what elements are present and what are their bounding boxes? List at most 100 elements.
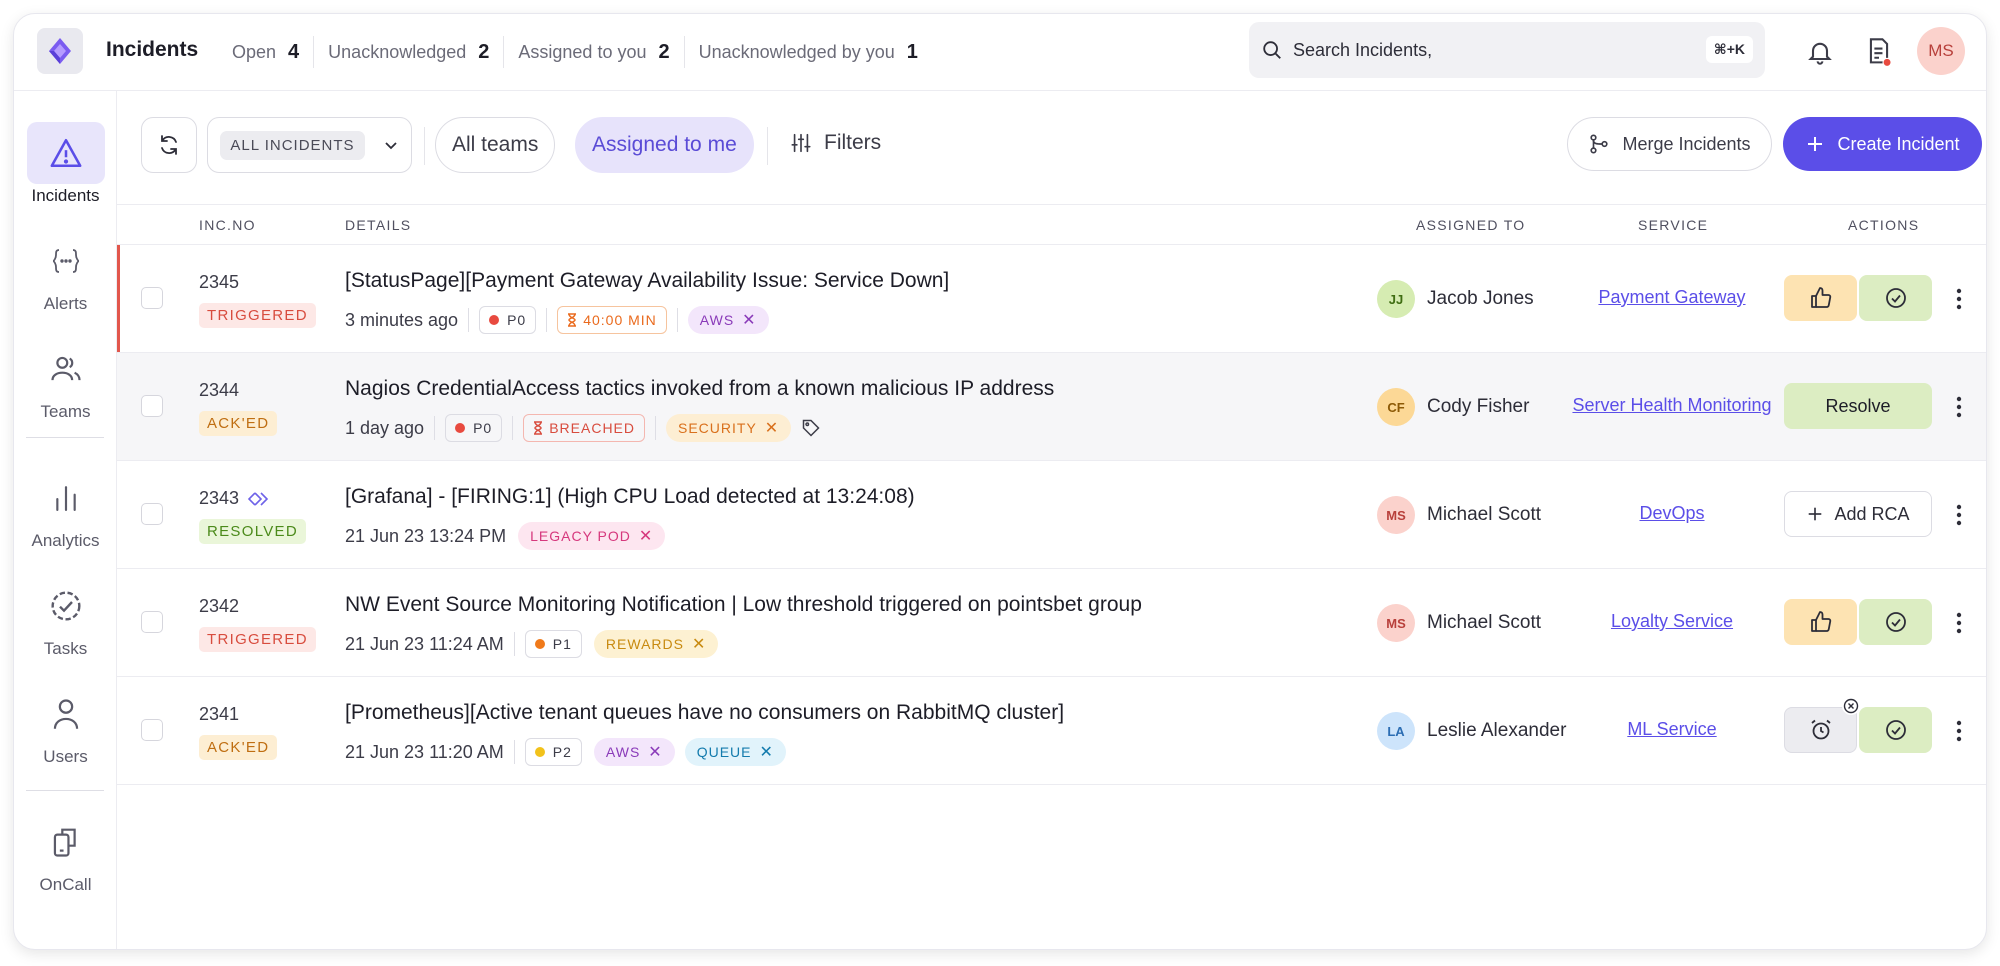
close-icon[interactable]: ✕ xyxy=(742,310,756,330)
sidebar-item-label: Users xyxy=(43,747,88,766)
document-notification-icon[interactable] xyxy=(1859,32,1899,72)
more-options-icon[interactable] xyxy=(1949,501,1969,529)
clear-snooze-icon[interactable] xyxy=(1842,697,1860,715)
incident-title[interactable]: [StatusPage][Payment Gateway Availabilit… xyxy=(345,269,949,293)
stat-count: 2 xyxy=(478,40,490,63)
tag-label: REWARDS xyxy=(605,636,684,652)
filters-button[interactable]: Filters xyxy=(790,131,881,155)
assignee-name: Michael Scott xyxy=(1427,504,1542,525)
plus-icon xyxy=(1809,507,1822,521)
close-icon[interactable]: ✕ xyxy=(765,418,779,438)
service-link[interactable]: Server Health Monitoring xyxy=(1567,395,1777,416)
tag-chip[interactable]: SECURITY ✕ xyxy=(666,414,792,442)
incident-title[interactable]: Nagios CredentialAccess tactics invoked … xyxy=(345,377,1054,401)
row-checkbox[interactable] xyxy=(141,287,163,309)
stat-assigned-to-you[interactable]: Assigned to you 2 xyxy=(503,36,683,68)
service-link[interactable]: DevOps xyxy=(1567,503,1777,524)
avatar: MS xyxy=(1377,604,1415,642)
sidebar-item-alerts[interactable]: Alerts xyxy=(14,230,117,314)
app-logo[interactable] xyxy=(37,28,83,74)
tag-label: AWS xyxy=(605,744,641,760)
stat-unacknowledged-by-you[interactable]: Unacknowledged by you 1 xyxy=(683,36,932,68)
priority-badge: P2 xyxy=(524,738,582,766)
sidebar-item-incidents[interactable]: Incidents xyxy=(14,122,117,206)
sidebar-item-label: OnCall xyxy=(39,875,92,894)
row-checkbox[interactable] xyxy=(141,503,163,525)
merge-incidents-button[interactable]: Merge Incidents xyxy=(1567,117,1772,171)
assignee[interactable]: JJ Jacob Jones xyxy=(1377,280,1534,318)
service-link[interactable]: Loyalty Service xyxy=(1567,611,1777,632)
incident-title[interactable]: [Prometheus][Active tenant queues have n… xyxy=(345,701,1064,725)
priority-label: P1 xyxy=(552,636,572,652)
alarm-clock-icon xyxy=(1810,719,1831,740)
column-header-service[interactable]: SERVICE xyxy=(1638,217,1708,233)
assignee-name: Jacob Jones xyxy=(1427,288,1534,309)
more-options-icon[interactable] xyxy=(1949,609,1969,637)
add-tag-icon[interactable] xyxy=(801,418,821,438)
resolve-button[interactable]: Resolve xyxy=(1784,383,1932,429)
table-row[interactable]: 2345 TRIGGERED [StatusPage][Payment Gate… xyxy=(117,245,1986,353)
sidebar-item-analytics[interactable]: Analytics xyxy=(14,467,117,551)
assignee[interactable]: MS Michael Scott xyxy=(1377,496,1541,534)
column-header-actions: ACTIONS xyxy=(1848,217,1920,233)
table-row[interactable]: 2344 ACK'ED Nagios CredentialAccess tact… xyxy=(117,353,1986,461)
close-icon[interactable]: ✕ xyxy=(648,742,662,762)
service-link[interactable]: ML Service xyxy=(1567,719,1777,740)
tag-chip[interactable]: AWS ✕ xyxy=(687,306,769,334)
incident-scope-select[interactable]: ALL INCIDENTS xyxy=(207,117,412,173)
assignee[interactable]: CF Cody Fisher xyxy=(1377,388,1529,426)
search-box[interactable]: ⌘+K xyxy=(1249,22,1765,78)
table-row[interactable]: 2343 RESOLVED [Grafana] - [FIRING:1] (Hi… xyxy=(117,461,1986,569)
tag-chip[interactable]: AWS ✕ xyxy=(593,738,675,766)
row-checkbox[interactable] xyxy=(141,719,163,741)
thumbs-up-icon xyxy=(1810,287,1831,308)
close-icon[interactable]: ✕ xyxy=(692,634,706,654)
row-checkbox[interactable] xyxy=(141,611,163,633)
add-rca-button[interactable]: Add RCA xyxy=(1784,491,1932,537)
stat-open[interactable]: Open 4 xyxy=(222,36,313,68)
table-row[interactable]: 2342 TRIGGERED NW Event Source Monitorin… xyxy=(117,569,1986,677)
sidebar-item-oncall[interactable]: OnCall xyxy=(14,811,117,895)
incident-title[interactable]: [Grafana] - [FIRING:1] (High CPU Load de… xyxy=(345,485,915,509)
create-incident-button[interactable]: Create Incident xyxy=(1783,117,1982,171)
stat-unacknowledged[interactable]: Unacknowledged 2 xyxy=(313,36,503,68)
resolve-button[interactable] xyxy=(1859,707,1932,753)
priority-dot-icon xyxy=(489,315,500,325)
column-header-inc-no[interactable]: INC.NO xyxy=(199,217,256,233)
resolve-button[interactable] xyxy=(1859,275,1932,321)
git-merge-icon xyxy=(1590,134,1609,154)
assignee[interactable]: MS Michael Scott xyxy=(1377,604,1541,642)
assignee[interactable]: LA Leslie Alexander xyxy=(1377,712,1566,750)
resolve-button[interactable] xyxy=(1859,599,1932,645)
user-avatar[interactable]: MS xyxy=(1917,27,1965,75)
top-header: Incidents Open 4 Unacknowledged 2 Assign… xyxy=(14,14,1986,91)
incident-title[interactable]: NW Event Source Monitoring Notification … xyxy=(345,593,1142,617)
tag-chip[interactable]: QUEUE ✕ xyxy=(684,738,786,766)
search-icon xyxy=(1261,39,1283,61)
close-icon[interactable]: ✕ xyxy=(760,742,774,762)
sidebar-item-teams[interactable]: Teams xyxy=(14,338,117,422)
more-options-icon[interactable] xyxy=(1949,393,1969,421)
assigned-to-me-filter[interactable]: Assigned to me xyxy=(575,117,754,173)
table-row[interactable]: 2341 ACK'ED [Prometheus][Active tenant q… xyxy=(117,677,1986,785)
acknowledge-button[interactable] xyxy=(1784,599,1857,645)
tag-chip[interactable]: REWARDS ✕ xyxy=(593,630,719,658)
sidebar-item-users[interactable]: Users xyxy=(14,683,117,767)
incident-time: 21 Jun 23 11:24 AM xyxy=(345,633,504,654)
all-teams-filter[interactable]: All teams xyxy=(435,117,556,173)
row-checkbox[interactable] xyxy=(141,395,163,417)
column-header-details[interactable]: DETAILS xyxy=(345,217,411,233)
search-input[interactable] xyxy=(1293,39,1673,61)
refresh-button[interactable] xyxy=(141,117,197,173)
bell-icon[interactable] xyxy=(1800,32,1840,72)
priority-label: P0 xyxy=(473,420,493,436)
tag-chip[interactable]: LEGACY POD ✕ xyxy=(518,522,666,550)
column-header-assigned-to[interactable]: ASSIGNED TO xyxy=(1416,217,1525,233)
sidebar-item-tasks[interactable]: Tasks xyxy=(14,575,117,659)
more-options-icon[interactable] xyxy=(1949,285,1969,313)
close-icon[interactable]: ✕ xyxy=(639,526,653,546)
more-options-icon[interactable] xyxy=(1949,717,1969,745)
priority-dot-icon xyxy=(534,747,545,757)
acknowledge-button[interactable] xyxy=(1784,275,1857,321)
service-link[interactable]: Payment Gateway xyxy=(1567,287,1777,308)
